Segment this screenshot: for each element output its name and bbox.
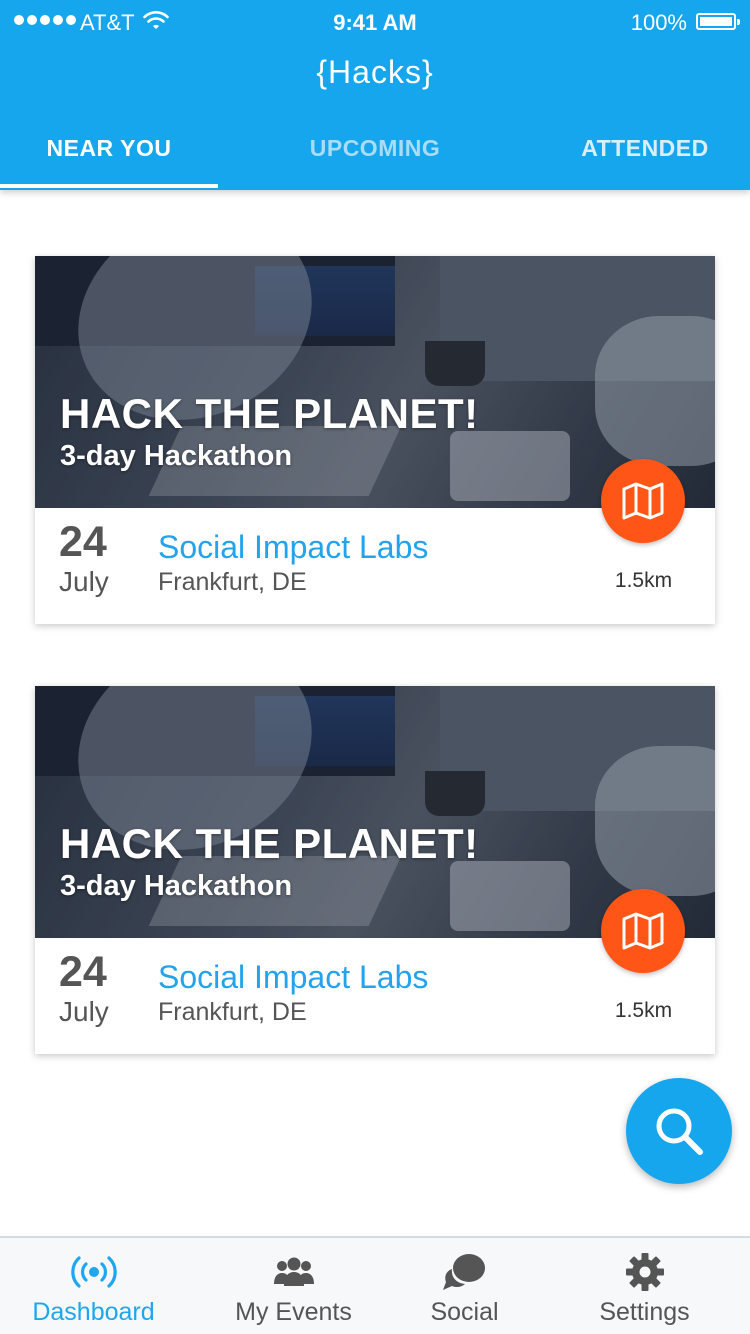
nav-label: Settings [599,1298,690,1326]
nav-label: Social [430,1298,499,1326]
app-title: {Hacks} [316,54,434,90]
nav-label: My Events [235,1298,352,1326]
tab-near-you[interactable]: NEAR YOU [0,120,218,188]
search-icon [656,1108,703,1155]
event-month: July [59,996,109,1027]
event-title: HACK THE PLANET! [60,390,479,437]
nav-social[interactable]: Social [371,1238,558,1334]
tab-upcoming[interactable]: UPCOMING [250,120,500,188]
event-distance: 1.5km [614,999,673,1022]
gear-icon [625,1253,664,1291]
event-location: Frankfurt, DE [158,568,307,596]
map-button[interactable] [601,889,685,973]
battery-percent: 100% [630,10,687,35]
battery-icon [696,13,740,30]
nav-dashboard[interactable]: Dashboard [0,1238,187,1334]
nav-label: Dashboard [32,1298,155,1326]
event-title: HACK THE PLANET! [60,820,479,867]
event-venue[interactable]: Social Impact Labs [158,529,428,566]
event-card[interactable]: HACK THE PLANET! 3-day Hackathon 24 July… [35,686,715,1054]
status-bar: AT&T 9:41 AM 100% [0,0,750,44]
bottom-navigation: Dashboard My Events Social Settings [0,1236,750,1334]
event-subtitle: 3-day Hackathon [60,440,293,472]
event-day: 24 [59,948,107,996]
event-distance: 1.5km [614,569,673,592]
tab-bar: NEAR YOU UPCOMING ATTENDED [0,120,750,190]
map-button[interactable] [601,459,685,543]
event-day: 24 [59,518,107,566]
nav-settings[interactable]: Settings [551,1238,738,1334]
app-header: AT&T 9:41 AM 100% {Hacks} NEAR YOU UPCOM… [0,0,750,190]
map-icon [622,912,664,950]
event-venue[interactable]: Social Impact Labs [158,959,428,996]
chat-bubbles-icon [442,1254,485,1290]
event-card[interactable]: HACK THE PLANET! 3-day Hackathon 24 July… [35,256,715,624]
event-month: July [59,566,109,597]
tab-attended[interactable]: ATTENDED [540,120,750,188]
map-icon [622,482,664,520]
search-button[interactable] [626,1078,732,1184]
broadcast-icon [70,1256,117,1288]
event-subtitle: 3-day Hackathon [60,870,293,902]
people-icon [273,1257,314,1286]
nav-my-events[interactable]: My Events [200,1238,387,1334]
event-location: Frankfurt, DE [158,998,307,1026]
